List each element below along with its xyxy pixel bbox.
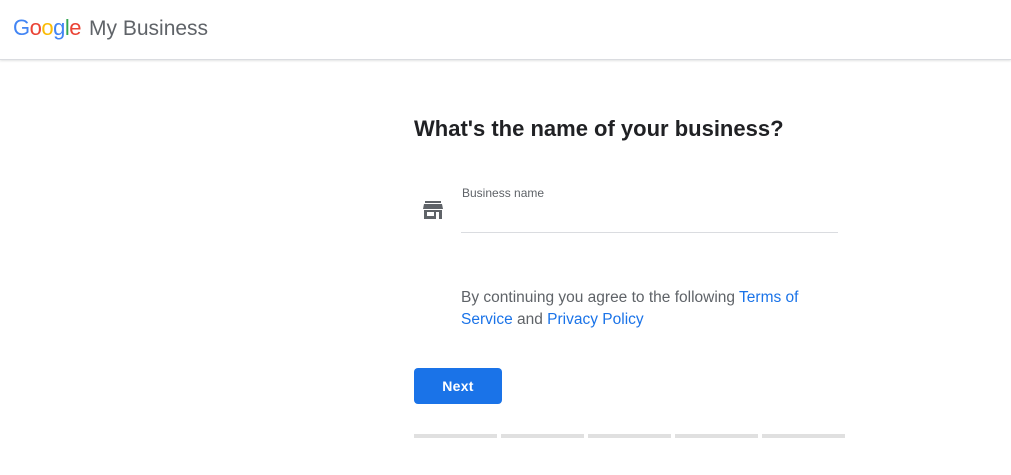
product-name: My Business: [89, 17, 209, 40]
terms-middle: and: [512, 311, 548, 328]
progress-step: [501, 434, 584, 438]
terms-prefix: By continuing you agree to the following: [461, 289, 740, 306]
google-wordmark: Google: [13, 15, 82, 41]
next-button[interactable]: Next: [414, 368, 502, 404]
business-name-label: Business name: [462, 186, 545, 200]
google-my-business-logo[interactable]: Google My Business: [13, 15, 208, 41]
logo-letter: e: [69, 15, 82, 40]
page-title: What's the name of your business?: [414, 116, 784, 141]
app-header: Google My Business: [0, 0, 1011, 60]
progress-step: [414, 434, 497, 438]
progress-step: [762, 434, 845, 438]
logo-letter: o: [41, 15, 54, 40]
logo-letter: o: [29, 15, 42, 40]
business-name-input[interactable]: [461, 202, 838, 233]
terms-notice: By continuing you agree to the following…: [461, 287, 841, 331]
progress-step: [675, 434, 758, 438]
logo-letter: g: [53, 15, 65, 40]
privacy-policy-link[interactable]: Privacy Policy: [547, 311, 643, 328]
logo-letter: G: [13, 15, 30, 40]
storefront-icon: [423, 201, 443, 219]
progress-step: [588, 434, 671, 438]
business-name-field: Business name: [461, 184, 838, 234]
progress-indicator: [414, 434, 845, 438]
